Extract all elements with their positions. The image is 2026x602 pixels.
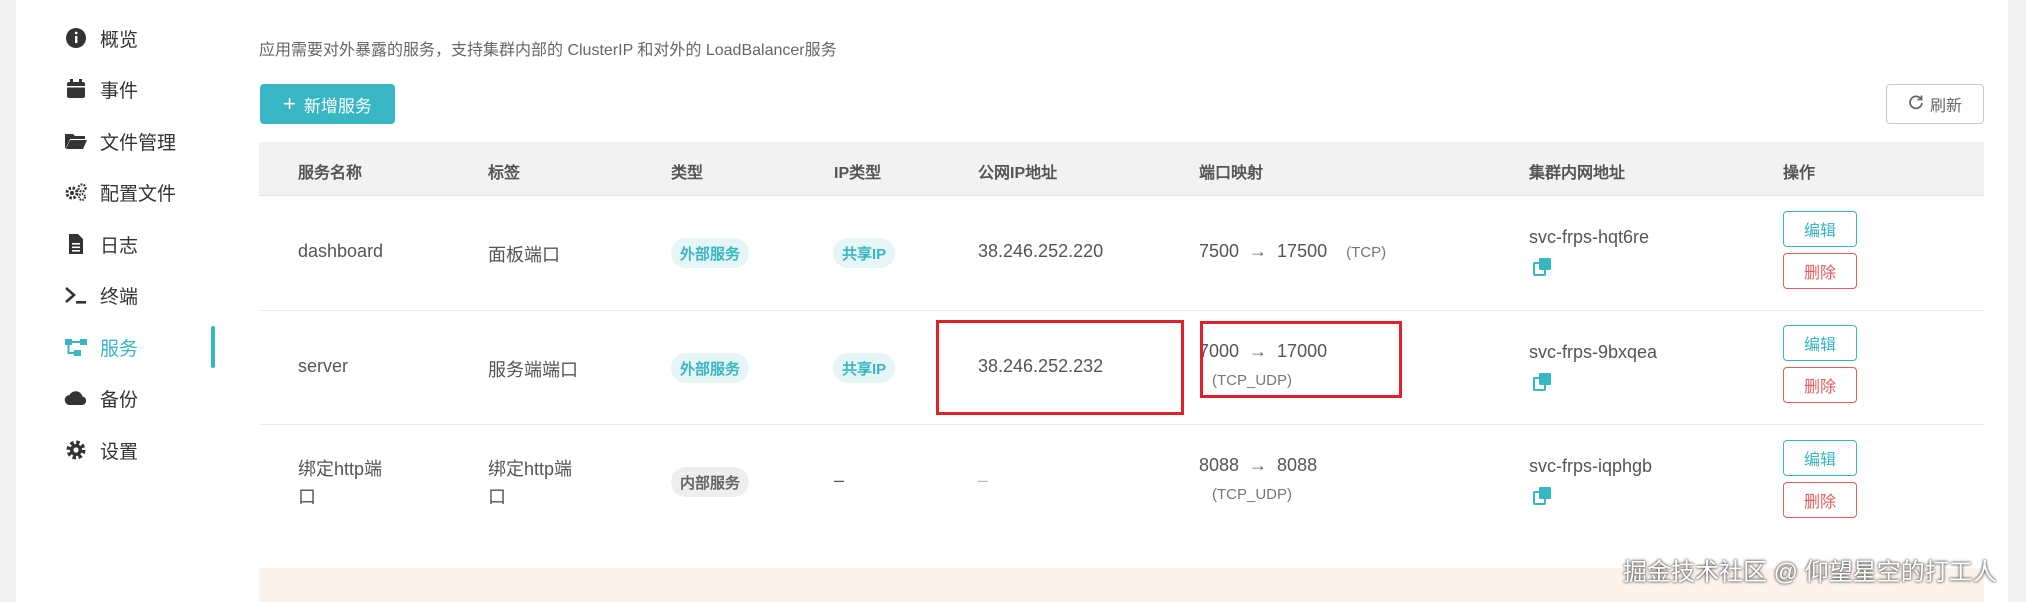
protocol: (TCP_UDP) <box>1212 486 1293 503</box>
column-header: 端口映射 <box>1199 165 1264 182</box>
refresh-button[interactable]: 刷新 <box>1886 84 1984 124</box>
type-badge: 外部服务 <box>671 238 750 268</box>
sidebar-item-label: 概览 <box>100 29 139 51</box>
delete-button[interactable]: 删除 <box>1783 482 1857 518</box>
port-mapping: 7500 → 17500 (TCP) <box>1199 241 1386 262</box>
sidebar-item-label: 文件管理 <box>100 132 177 154</box>
edit-button[interactable]: 编辑 <box>1783 211 1857 247</box>
cluster-address: svc-frps-iqphgb <box>1529 456 1653 476</box>
column-header: IP类型 <box>834 165 882 182</box>
active-indicator <box>211 326 215 368</box>
service-label: 服务端端口 <box>488 360 578 380</box>
add-service-label: 新增服务 <box>303 96 372 116</box>
copy-icon[interactable] <box>1532 371 1554 393</box>
cloud-icon <box>64 386 88 410</box>
sidebar-item-services[interactable]: 服务 <box>64 327 224 367</box>
edit-button[interactable]: 编辑 <box>1783 325 1857 361</box>
port-from: 7500 <box>1199 241 1240 261</box>
sidebar-item-label: 服务 <box>100 338 139 360</box>
port-to: 8088 <box>1277 455 1318 475</box>
highlight-box-port-mapping <box>1200 321 1402 398</box>
add-service-button[interactable]: + 新增服务 <box>260 84 395 124</box>
service-name: server <box>298 356 349 376</box>
public-ip: 38.246.252.220 <box>978 241 1104 261</box>
sidebar-item-backup[interactable]: 备份 <box>64 378 224 418</box>
table-row: dashboard 面板端口 外部服务 共享IP 38.246.252.220 … <box>259 196 1984 311</box>
sidebar-item-files[interactable]: 文件管理 <box>64 121 224 161</box>
info-icon <box>64 26 88 50</box>
sidebar-item-logs[interactable]: 日志 <box>64 224 224 264</box>
ip-type: – <box>834 470 845 490</box>
service-name: 绑定http端 口 <box>298 455 382 511</box>
network-icon <box>64 335 88 359</box>
sidebar: 概览 事件 文件管理 配置文件 日志 终端 服务 备份 设置 <box>16 0 215 602</box>
edit-button[interactable]: 编辑 <box>1783 440 1857 476</box>
document-icon <box>64 232 88 256</box>
sidebar-item-settings[interactable]: 设置 <box>64 430 224 470</box>
delete-button[interactable]: 删除 <box>1783 367 1857 403</box>
service-name-line: 绑定http端 <box>298 459 383 479</box>
service-label: 面板端口 <box>488 245 560 265</box>
sidebar-item-terminal[interactable]: 终端 <box>64 275 224 315</box>
type-badge: 外部服务 <box>671 353 750 383</box>
gears-icon <box>64 180 88 204</box>
sidebar-item-config[interactable]: 配置文件 <box>64 172 224 212</box>
service-name: dashboard <box>298 241 384 261</box>
table-header: 服务名称 标签 类型 IP类型 公网IP地址 端口映射 集群内网地址 操作 <box>259 142 1984 196</box>
page-description: 应用需要对外暴露的服务，支持集群内部的 ClusterIP 和对外的 LoadB… <box>259 42 837 59</box>
port-to: 17500 <box>1277 241 1328 261</box>
copy-icon[interactable] <box>1532 485 1554 507</box>
main-content: 应用需要对外暴露的服务，支持集群内部的 ClusterIP 和对外的 LoadB… <box>259 0 1984 602</box>
column-header: 集群内网地址 <box>1529 165 1626 182</box>
arrow-right-icon: → <box>1249 241 1268 261</box>
ip-type-badge: 共享IP <box>833 353 896 383</box>
sidebar-item-label: 配置文件 <box>100 183 177 205</box>
table-row: 绑定http端 口 绑定http端 口 内部服务 – – 8088 → 8088 (… <box>259 425 1984 541</box>
type-badge: 内部服务 <box>671 467 750 497</box>
folder-icon <box>64 129 88 153</box>
cluster-address: svc-frps-9bxqea <box>1529 342 1658 362</box>
protocol: (TCP) <box>1346 244 1387 261</box>
cluster-address: svc-frps-hqt6re <box>1529 227 1650 247</box>
sidebar-item-label: 事件 <box>100 80 139 102</box>
calendar-icon <box>64 77 88 101</box>
sidebar-item-label: 设置 <box>100 441 139 463</box>
sidebar-item-label: 备份 <box>100 389 139 411</box>
arrow-right-icon: → <box>1249 455 1268 475</box>
public-ip: – <box>978 470 989 490</box>
column-header: 公网IP地址 <box>978 165 1058 182</box>
service-label-line: 口 <box>488 487 506 507</box>
sidebar-item-label: 终端 <box>100 286 139 308</box>
left-gutter <box>0 0 16 602</box>
service-label-line: 绑定http端 <box>488 459 573 479</box>
refresh-icon <box>1908 94 1924 115</box>
sidebar-item-label: 日志 <box>100 235 139 257</box>
copy-icon[interactable] <box>1532 256 1554 278</box>
highlight-box-public-ip <box>936 320 1184 415</box>
port-from: 8088 <box>1199 455 1240 475</box>
terminal-icon <box>64 283 88 307</box>
gear-icon <box>64 438 88 462</box>
sidebar-item-events[interactable]: 事件 <box>64 69 224 109</box>
refresh-label: 刷新 <box>1929 98 1962 115</box>
column-header: 服务名称 <box>298 165 363 182</box>
watermark: 掘金技术社区 @ 仰望星空的打工人 <box>1623 559 1997 586</box>
sidebar-item-overview[interactable]: 概览 <box>64 18 224 58</box>
service-name-line: 口 <box>298 487 316 507</box>
plus-icon: + <box>283 91 296 116</box>
right-gutter <box>2008 0 2026 602</box>
column-header: 操作 <box>1783 165 1816 182</box>
service-label: 绑定http端 口 <box>488 455 572 511</box>
column-header: 标签 <box>488 165 521 182</box>
ip-type-badge: 共享IP <box>833 238 896 268</box>
delete-button[interactable]: 删除 <box>1783 253 1857 289</box>
column-header: 类型 <box>671 165 704 182</box>
port-mapping: 8088 → 8088 <box>1199 455 1317 476</box>
